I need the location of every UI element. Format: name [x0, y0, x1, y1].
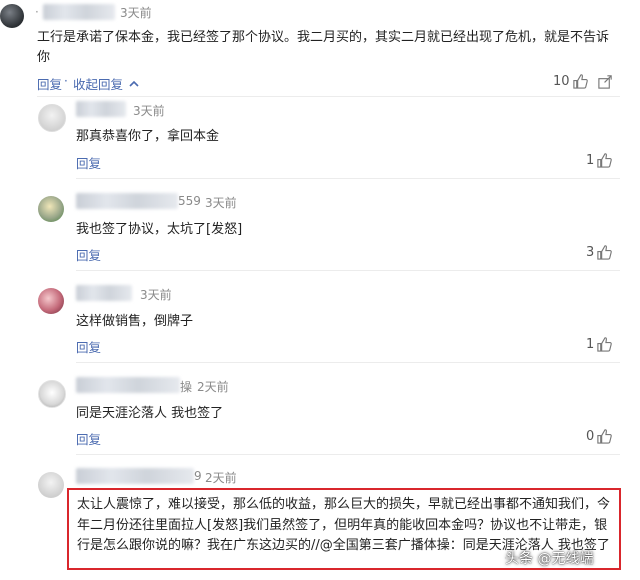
reply-button[interactable]: 回复: [76, 337, 101, 356]
divider: [76, 270, 620, 271]
thumbs-up-icon[interactable]: [596, 336, 613, 353]
thumbs-up-icon[interactable]: [596, 152, 613, 169]
divider: [76, 362, 620, 363]
dot-separator: ·: [64, 74, 68, 88]
divider: [76, 454, 620, 455]
reply-text: 同是天涯沦落人 我也签了: [76, 406, 224, 421]
username-tail[interactable]: 9: [194, 469, 202, 483]
reply-time: 3天前: [140, 288, 172, 302]
chevron-up-icon: [129, 80, 139, 87]
comment-text: 工行是承诺了保本金，我已经签了那个协议。我二月买的，其实二月就已经出现了危机，就…: [37, 30, 610, 65]
reply-text: 我也签了协议，太坑了[发怒]: [76, 222, 243, 237]
username-tail[interactable]: 559: [178, 194, 201, 208]
username-blurred[interactable]: [76, 468, 194, 484]
reply-time: 3天前: [133, 104, 165, 118]
username-blurred[interactable]: [76, 377, 180, 393]
reply-time: 3天前: [205, 196, 237, 210]
dot-separator: ·: [35, 5, 39, 19]
thumbs-up-icon[interactable]: [596, 244, 613, 261]
thumbs-up-icon[interactable]: [572, 73, 589, 90]
reply-time: 2天前: [197, 380, 229, 394]
username-tail[interactable]: 操: [180, 378, 192, 395]
share-icon[interactable]: [597, 73, 614, 90]
username-blurred[interactable]: [43, 4, 115, 20]
divider: [76, 178, 620, 179]
divider: [37, 96, 620, 97]
username-blurred[interactable]: [76, 101, 126, 117]
avatar[interactable]: [38, 380, 66, 408]
like-count: 1: [586, 153, 595, 168]
reply-button[interactable]: 回复: [37, 74, 62, 93]
avatar[interactable]: [38, 196, 64, 222]
comment-time: 3天前: [120, 6, 152, 20]
avatar[interactable]: [0, 4, 24, 28]
like-count: 1: [586, 337, 595, 352]
avatar[interactable]: [38, 104, 66, 132]
reply-button[interactable]: 回复: [76, 245, 101, 264]
collapse-replies-button[interactable]: 收起回复: [73, 74, 139, 93]
reply-button[interactable]: 回复: [76, 429, 101, 448]
watermark: 头条 @无线端: [505, 551, 594, 567]
like-count: 0: [586, 429, 595, 444]
reply-time: 2天前: [205, 471, 237, 485]
thumbs-up-icon[interactable]: [596, 428, 613, 445]
avatar[interactable]: [38, 472, 64, 498]
reply-text: 那真恭喜你了，拿回本金: [76, 129, 220, 144]
like-count: 10: [553, 74, 570, 89]
username-blurred[interactable]: [76, 193, 178, 209]
username-blurred[interactable]: [76, 285, 132, 301]
reply-text: 这样做销售，倒牌子: [76, 314, 194, 329]
avatar[interactable]: [38, 288, 64, 314]
reply-button[interactable]: 回复: [76, 153, 101, 172]
like-count: 3: [586, 245, 595, 260]
